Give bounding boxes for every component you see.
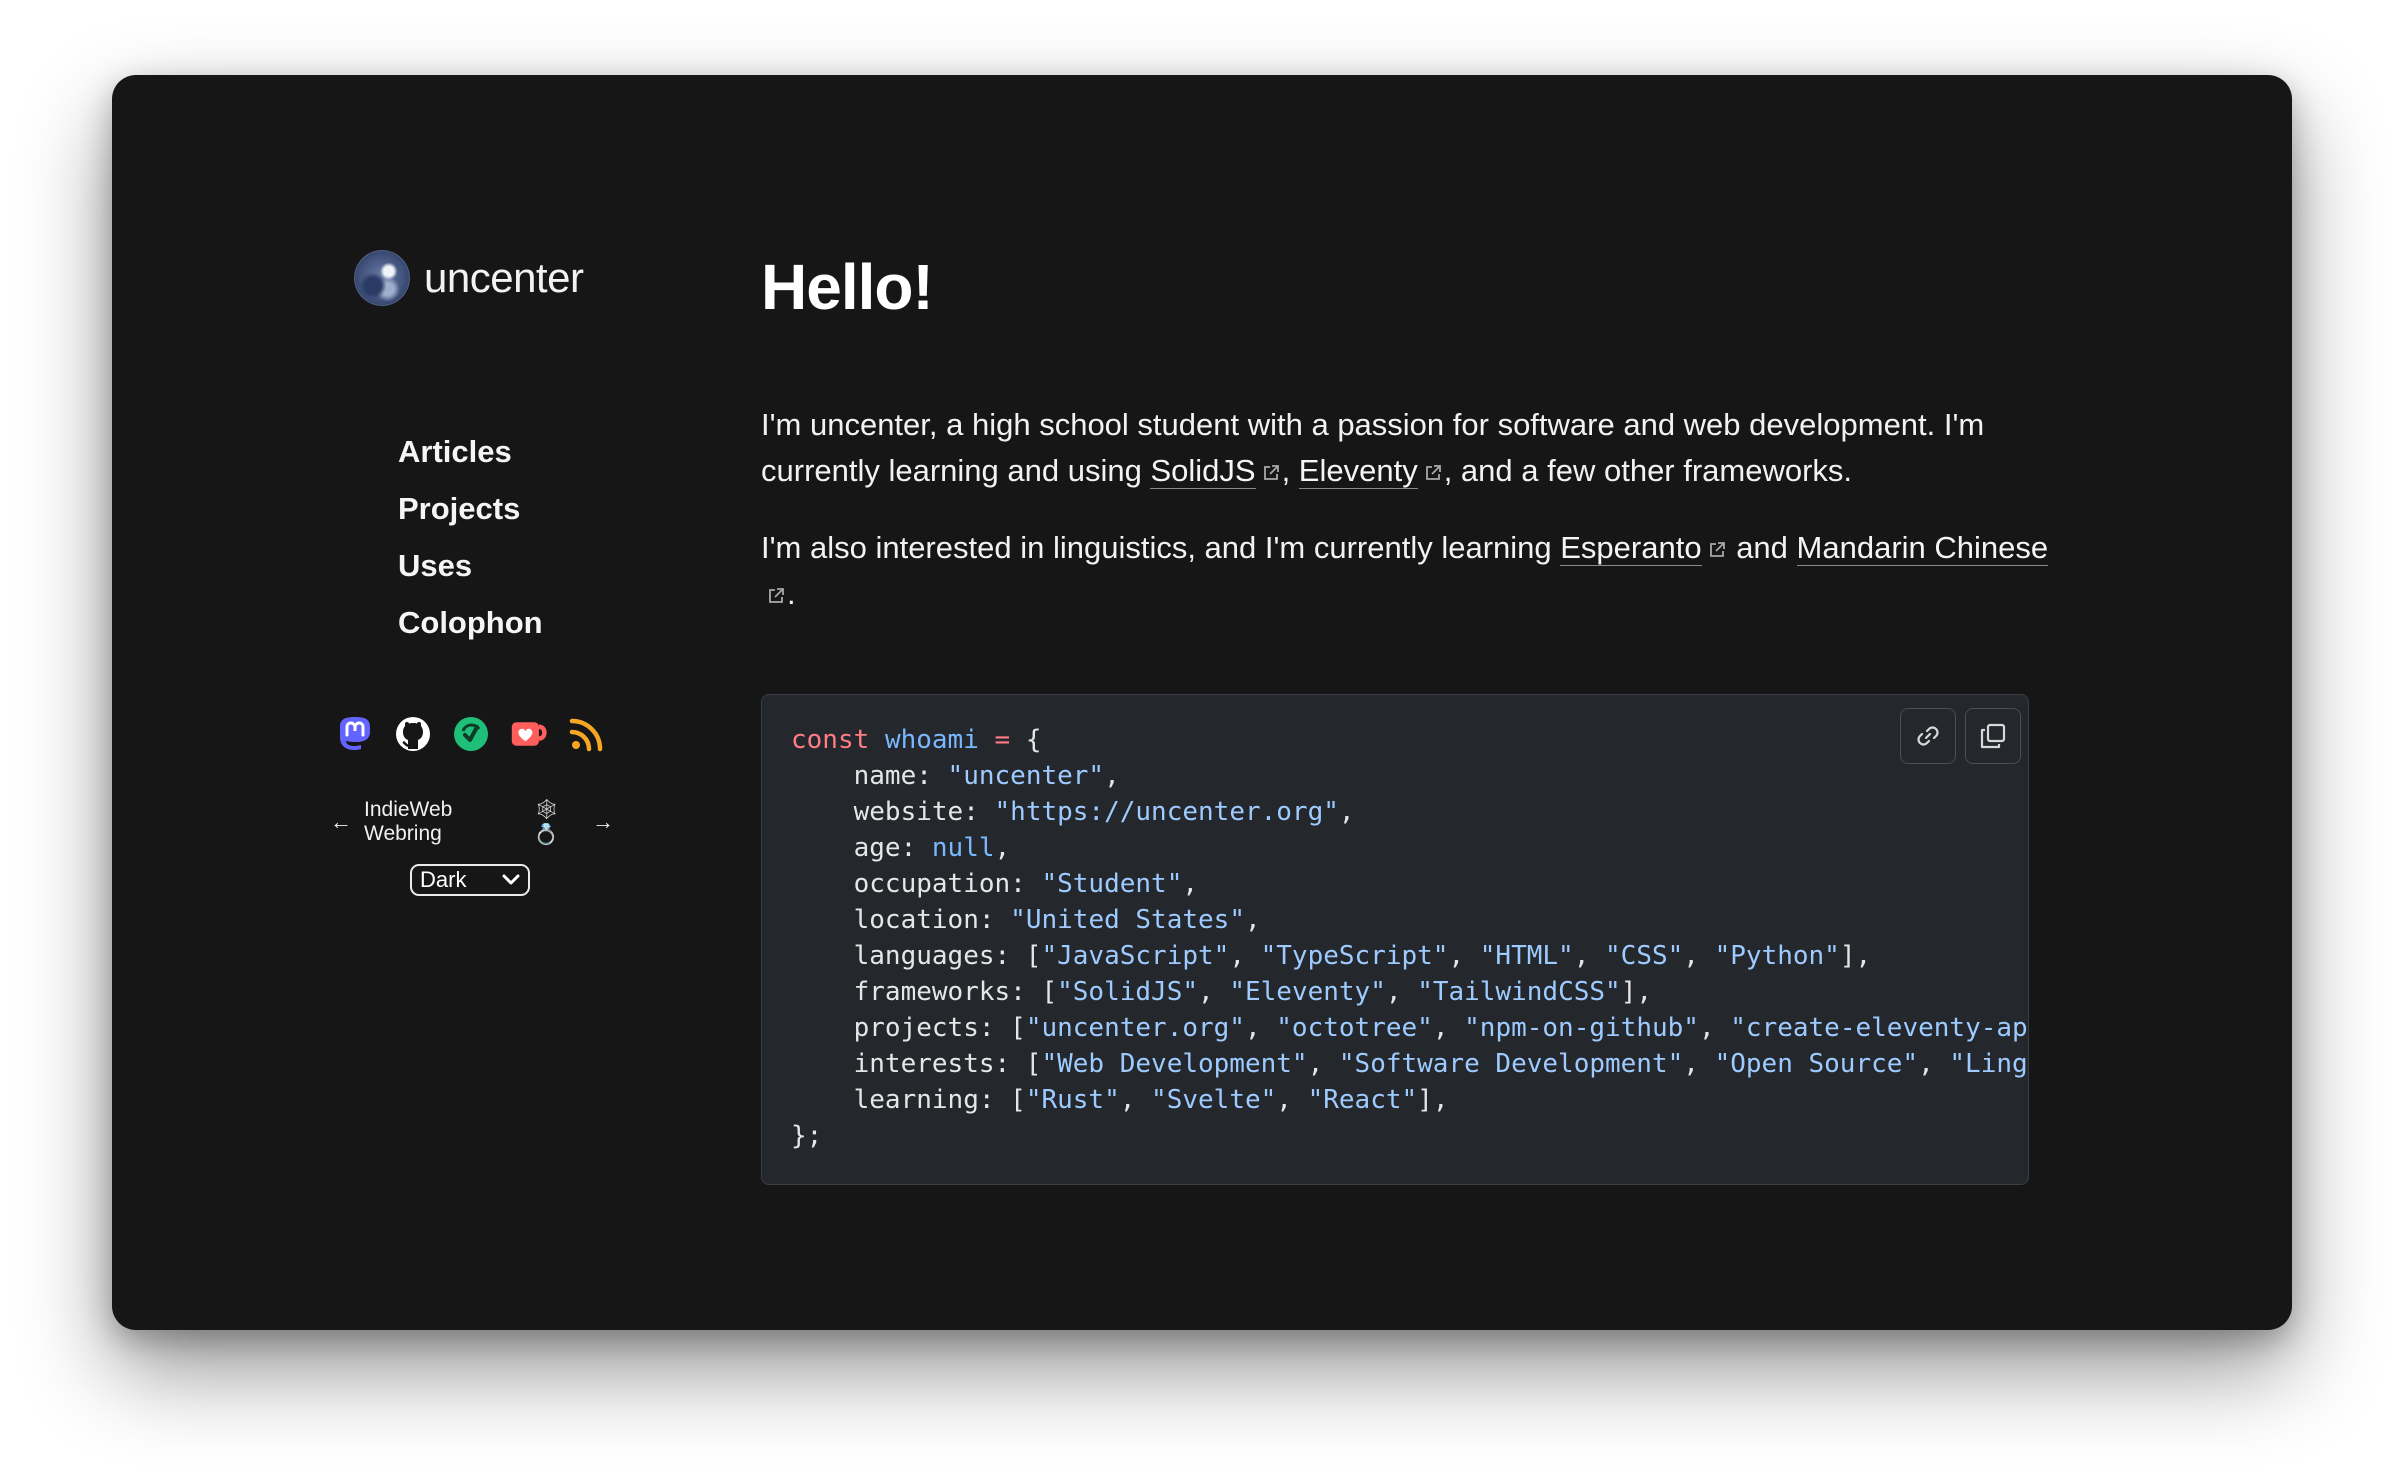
code-string: "Linguisti [1949, 1049, 2028, 1079]
code-string: "Python" [1714, 941, 1840, 971]
code-punct: }; [791, 1121, 823, 1151]
code-line: const whoami = { [791, 722, 2028, 758]
code-string: "octotree" [1276, 1013, 1433, 1043]
code-key: location: [853, 905, 1011, 935]
code-line: occupation: "Student", [853, 869, 1199, 899]
code-string: "create-eleventy-app" [1730, 1013, 2029, 1043]
code-line: projects: ["uncenter.org", "octotree", "… [791, 1010, 2029, 1046]
codementor-icon[interactable] [452, 715, 490, 753]
code-string: "Software Development" [1338, 1049, 1684, 1079]
code-key: learning: [ [853, 1085, 1026, 1115]
code-string: "Rust" [1025, 1085, 1120, 1115]
external-link-icon [1425, 465, 1441, 480]
linguistics-text: . [787, 576, 796, 611]
chevron-down-icon [502, 874, 520, 885]
code-line: }; [791, 1118, 2028, 1154]
external-link-icon [769, 588, 784, 603]
code-string: "Svelte" [1151, 1085, 1277, 1115]
code-line: learning: ["Rust", "Svelte", "React"], [853, 1085, 1449, 1115]
browser-window: uncenter Articles Projects Uses Colophon [112, 75, 2292, 1330]
code-key: languages: [ [853, 941, 1042, 971]
nav-item-articles[interactable]: Articles [398, 432, 543, 489]
code-key: projects: [ [853, 1013, 1026, 1043]
code-string: "HTML" [1479, 941, 1574, 971]
code-string: "United States" [1010, 905, 1245, 935]
code-string: "SolidJS" [1057, 977, 1199, 1007]
mastodon-icon[interactable] [336, 715, 374, 753]
linguistics-paragraph: I'm also interested in linguistics, and … [761, 525, 2061, 617]
code-line: website: "https://uncenter.org", [853, 797, 1355, 827]
code-string: "https://uncenter.org" [994, 797, 1339, 827]
code-string: "TailwindCSS" [1417, 977, 1621, 1007]
code-string: "CSS" [1605, 941, 1684, 971]
webring-icon: 🕸💍 [533, 799, 560, 846]
code-string: "Eleventy" [1229, 977, 1386, 1007]
avatar [354, 250, 410, 306]
code-string: "React" [1307, 1085, 1418, 1115]
link-icon [1917, 726, 1939, 746]
code-key: age: [853, 833, 932, 863]
code-content[interactable]: const whoami = { name: "uncenter", websi… [791, 722, 2029, 1154]
external-link-icon [1263, 465, 1279, 480]
indieweb-webring: ← IndieWeb Webring 🕸💍 → [330, 797, 614, 847]
code-line: interests: ["Web Development", "Software… [791, 1046, 2028, 1082]
copy-icon [1980, 723, 2006, 749]
nav-item-uses[interactable]: Uses [398, 546, 543, 603]
code-keyword: const [791, 725, 870, 755]
code-string: "uncenter" [947, 761, 1105, 791]
nav-item-colophon[interactable]: Colophon [398, 603, 543, 660]
webring-next-arrow[interactable]: → [592, 809, 614, 835]
site-name: uncenter [424, 254, 584, 301]
code-null: null [931, 833, 995, 863]
webring-prev-arrow[interactable]: ← [330, 809, 352, 835]
code-key: frameworks: [ [853, 977, 1058, 1007]
theme-select-value: Dark [420, 867, 467, 892]
code-string: "Open Source" [1714, 1049, 1919, 1079]
page-title: Hello! [761, 251, 934, 323]
code-string: "uncenter.org" [1025, 1013, 1245, 1043]
copy-code-button[interactable] [1965, 708, 2021, 764]
external-link-icon [1709, 542, 1725, 557]
code-operator: = [994, 725, 1011, 755]
code-string: "npm-on-github" [1464, 1013, 1699, 1043]
code-line: name: "uncenter", [853, 761, 1120, 791]
code-line: location: "United States", [853, 905, 1261, 935]
theme-select[interactable]: Dark [410, 864, 530, 896]
webring-label[interactable]: IndieWeb Webring [364, 798, 522, 846]
eleventy-link[interactable]: Eleventy [1298, 453, 1418, 489]
code-key: occupation: [853, 869, 1042, 899]
site-brand[interactable]: uncenter [354, 250, 584, 306]
code-string: "Student" [1041, 869, 1183, 899]
github-icon[interactable] [394, 715, 432, 753]
code-punct: { [1025, 725, 1042, 755]
code-line: languages: ["JavaScript", "TypeScript", … [853, 941, 1872, 971]
linguistics-text: I'm also interested in linguistics, and … [761, 530, 1561, 565]
intro-paragraph: I'm uncenter, a high school student with… [761, 402, 2061, 494]
code-variable: whoami [884, 725, 979, 755]
mandarin-link[interactable]: Mandarin Chinese [1796, 530, 2049, 566]
intro-text: , [1281, 453, 1299, 488]
copy-link-button[interactable] [1900, 708, 1956, 764]
code-key: name: [853, 761, 948, 791]
code-string: "Web Development" [1041, 1049, 1308, 1079]
solidjs-link[interactable]: SolidJS [1150, 453, 1256, 489]
linguistics-text: and [1727, 530, 1797, 565]
nav-item-projects[interactable]: Projects [398, 489, 543, 546]
code-string: "TypeScript" [1260, 941, 1449, 971]
code-string: "JavaScript" [1041, 941, 1230, 971]
code-line: age: null, [853, 833, 1011, 863]
code-key: website: [853, 797, 995, 827]
code-block: const whoami = { name: "uncenter", websi… [761, 694, 2029, 1185]
kofi-icon[interactable] [510, 715, 548, 753]
code-key: interests: [ [853, 1049, 1042, 1079]
code-line: frameworks: ["SolidJS", "Eleventy", "Tai… [853, 977, 1652, 1007]
sidebar-nav: Articles Projects Uses Colophon [398, 432, 543, 660]
social-links [336, 715, 606, 753]
intro-text: , and a few other frameworks. [1443, 453, 1853, 488]
rss-icon[interactable] [568, 715, 606, 753]
esperanto-link[interactable]: Esperanto [1560, 530, 1702, 566]
